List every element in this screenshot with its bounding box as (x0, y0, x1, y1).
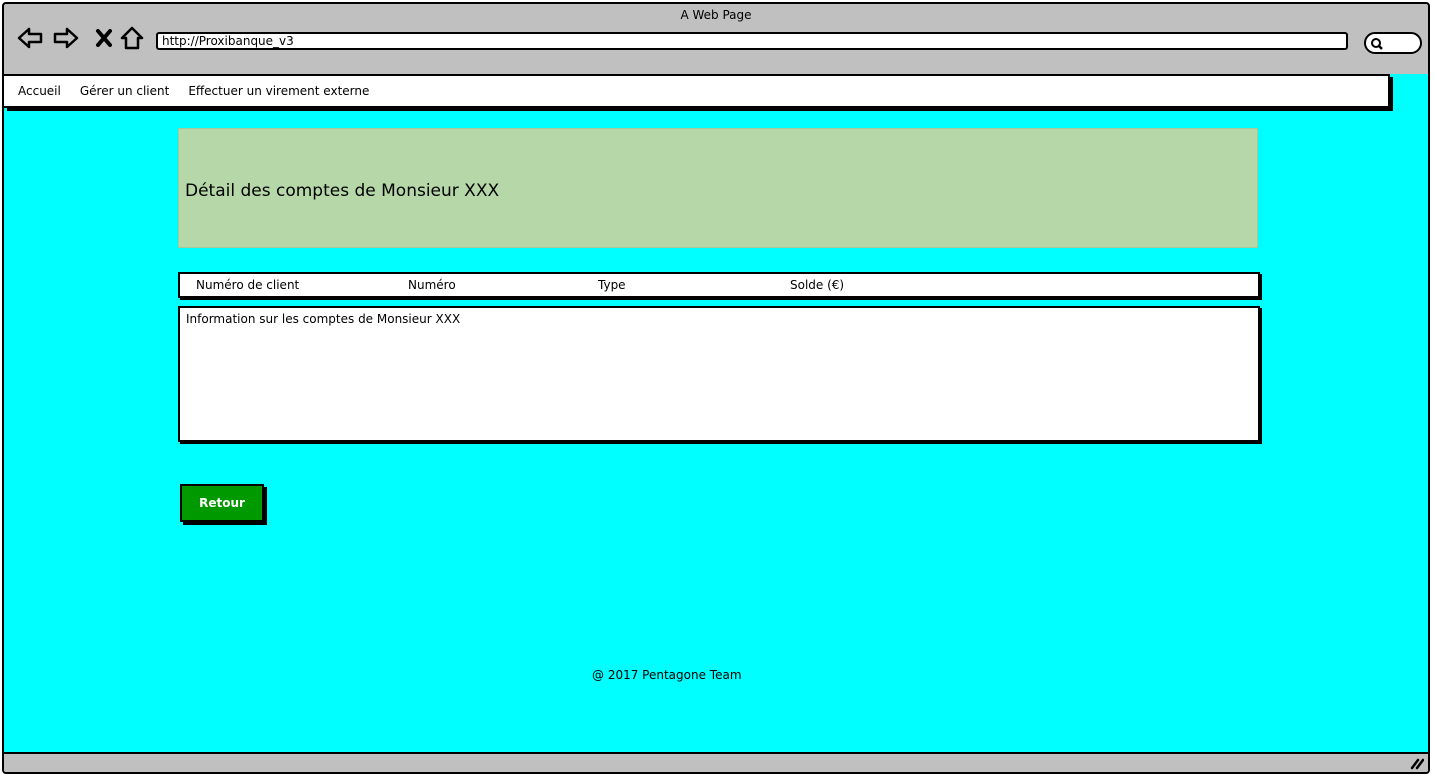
nav-item-accueil[interactable]: Accueil (18, 84, 61, 98)
accounts-info-text: Information sur les comptes de Monsieur … (186, 312, 461, 326)
nav-item-gerer-client[interactable]: Gérer un client (80, 84, 169, 98)
nav-menu: Accueil Gérer un client Effectuer un vir… (4, 74, 1390, 108)
nav-item-virement-externe[interactable]: Effectuer un virement externe (188, 84, 369, 98)
back-button[interactable]: Retour (180, 484, 264, 522)
home-icon[interactable] (118, 24, 146, 52)
accounts-info-box: Information sur les comptes de Monsieur … (178, 306, 1260, 442)
close-icon[interactable] (90, 24, 118, 52)
address-bar[interactable]: http://Proxibanque_v3 (156, 32, 1348, 50)
accounts-table-header: Numéro de client Numéro Type Solde (€) (178, 272, 1260, 298)
search-icon (1371, 38, 1383, 50)
window-title: A Web Page (680, 8, 752, 22)
column-header-type: Type (598, 278, 626, 292)
status-bar (4, 752, 1428, 772)
page-viewport: Accueil Gérer un client Effectuer un vir… (4, 74, 1428, 752)
column-header-client-number: Numéro de client (196, 278, 300, 292)
column-header-number: Numéro (408, 278, 456, 292)
browser-window: A Web Page http://Proxibanque_v3 Accueil… (2, 2, 1430, 774)
page-header: Détail des comptes de Monsieur XXX (178, 128, 1258, 248)
column-header-balance: Solde (€) (790, 278, 845, 292)
page-title: Détail des comptes de Monsieur XXX (185, 181, 500, 201)
resize-grip-icon[interactable] (1410, 756, 1424, 770)
address-url: http://Proxibanque_v3 (162, 34, 294, 48)
footer-text: @ 2017 Pentagone Team (592, 668, 742, 682)
back-arrow-icon[interactable] (16, 24, 44, 52)
search-box[interactable] (1364, 32, 1422, 54)
forward-arrow-icon[interactable] (52, 24, 80, 52)
